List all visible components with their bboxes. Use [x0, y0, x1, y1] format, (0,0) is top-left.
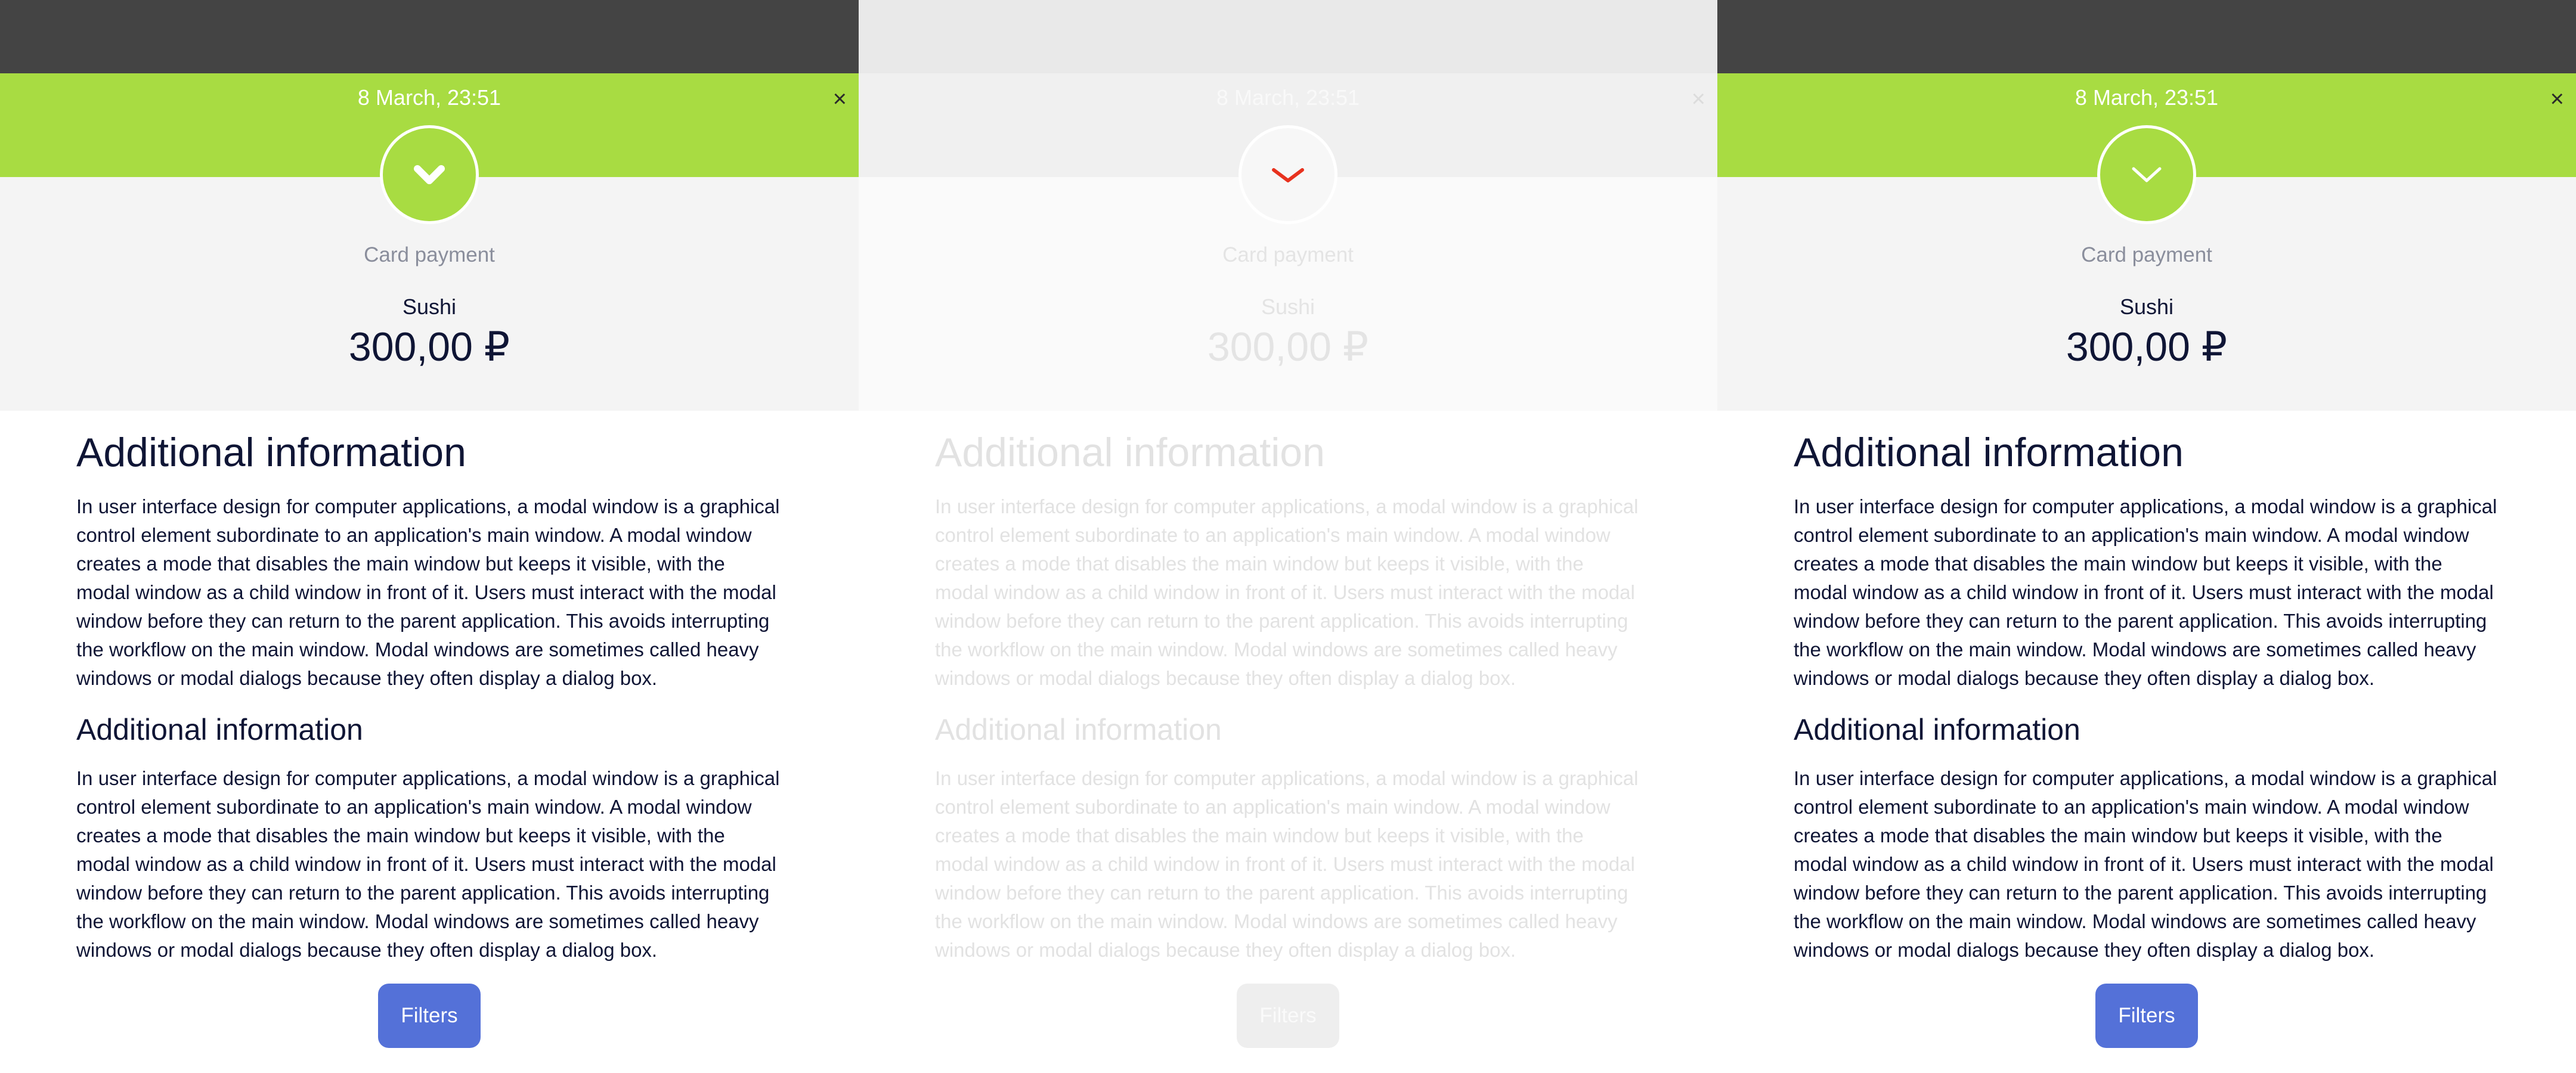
filters-button[interactable]: Filters: [378, 984, 481, 1048]
section-title: Additional information: [935, 430, 1325, 475]
payment-amount: 300,00 ₽: [1207, 324, 1369, 370]
close-icon[interactable]: ×: [2550, 87, 2564, 111]
section-text: In user interface design for computer ap…: [76, 495, 780, 689]
subsection-text: In user interface design for computer ap…: [1794, 767, 2497, 961]
additional-info: Additional information In user interface…: [1794, 424, 2497, 965]
close-icon[interactable]: ×: [833, 87, 847, 111]
section-text: In user interface design for computer ap…: [935, 495, 1639, 689]
payment-method: Card payment: [2081, 243, 2212, 266]
subsection-title: Additional information: [76, 713, 363, 746]
payment-detail-panel-faded: 8 March, 23:51 × Card payment Sushi 300,…: [859, 0, 1717, 1073]
transaction-date: 8 March, 23:51: [357, 85, 501, 110]
additional-info: Additional information In user interface…: [76, 424, 780, 965]
chevron-down-icon: [1272, 168, 1304, 182]
status-badge: [1239, 125, 1337, 224]
overlay-backdrop: [1717, 0, 2576, 73]
status-badge: [380, 125, 479, 224]
merchant-name: Sushi: [1261, 294, 1315, 319]
subsection-text: In user interface design for computer ap…: [935, 767, 1639, 961]
section-title: Additional information: [1794, 430, 2184, 475]
payment-detail-panel: 8 March, 23:51 × Card payment Sushi 300,…: [1717, 0, 2576, 1073]
additional-info: Additional information In user interface…: [935, 424, 1639, 965]
filters-button[interactable]: Filters: [2095, 984, 2198, 1048]
merchant-name: Sushi: [402, 294, 457, 319]
payment-detail-panel: 8 March, 23:51 × Card payment Sushi 300,…: [0, 0, 859, 1073]
transaction-date: 8 March, 23:51: [2075, 85, 2219, 110]
subsection-text: In user interface design for computer ap…: [76, 767, 780, 961]
filters-button[interactable]: Filters: [1237, 984, 1339, 1048]
overlay-backdrop: [0, 0, 859, 73]
close-icon[interactable]: ×: [1692, 87, 1705, 111]
section-title: Additional information: [76, 430, 466, 475]
payment-method: Card payment: [1222, 243, 1354, 266]
chevron-down-icon: [414, 165, 445, 184]
merchant-name: Sushi: [2119, 294, 2174, 319]
section-text: In user interface design for computer ap…: [1794, 495, 2497, 689]
subsection-title: Additional information: [1794, 713, 2080, 746]
payment-amount: 300,00 ₽: [348, 324, 510, 370]
chevron-down-icon: [2132, 167, 2162, 182]
subsection-title: Additional information: [935, 713, 1222, 746]
payment-method: Card payment: [364, 243, 495, 266]
overlay-backdrop: [859, 0, 1717, 73]
payment-amount: 300,00 ₽: [2066, 324, 2228, 370]
transaction-date: 8 March, 23:51: [1216, 85, 1360, 110]
status-badge: [2097, 125, 2196, 224]
